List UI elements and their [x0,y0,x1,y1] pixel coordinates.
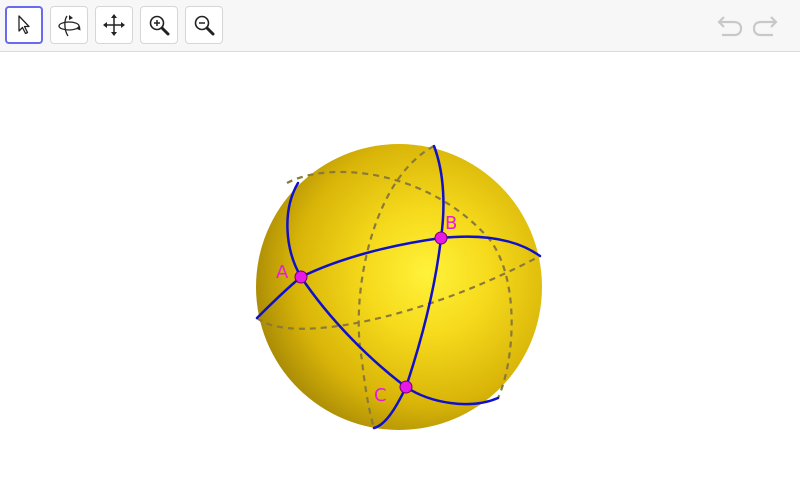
undo-icon [717,16,743,37]
point-a-label: A [276,262,289,283]
cursor-arrow-icon [18,15,30,35]
sphere[interactable] [256,144,542,430]
undo-button[interactable] [713,12,745,40]
point-b-label: B [445,213,457,234]
rotate-3d-icon [58,15,81,37]
rotate-view-button[interactable] [50,6,88,44]
zoom-in-button[interactable] [140,6,178,44]
pan-view-button[interactable] [95,6,133,44]
zoom-in-icon [149,15,170,36]
toolbar [0,0,800,52]
zoom-out-icon [194,15,215,36]
redo-button[interactable] [750,12,782,40]
graphics-view-3d[interactable]: A B C [0,53,800,503]
move-tool-button[interactable] [5,6,43,44]
point-c[interactable] [399,380,413,394]
redo-icon [752,16,778,37]
four-way-arrows-icon [103,14,125,36]
zoom-out-button[interactable] [185,6,223,44]
point-c-label: C [374,385,387,406]
point-a[interactable] [294,270,308,284]
